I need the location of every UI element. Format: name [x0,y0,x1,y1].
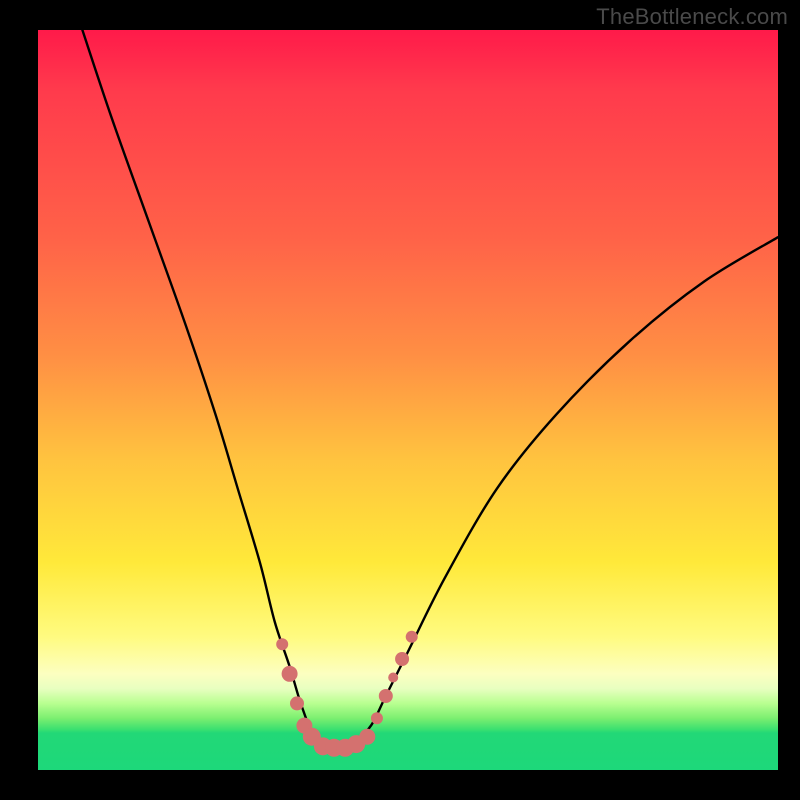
watermark-text: TheBottleneck.com [596,4,788,30]
highlight-dot [276,638,288,650]
highlight-dot [359,729,375,745]
highlight-dot [395,652,409,666]
highlight-dot [282,666,298,682]
highlight-dot [388,673,398,683]
bottleneck-curve [82,30,778,749]
plot-area [38,30,778,770]
highlight-dot [406,631,418,643]
chart-frame: TheBottleneck.com [0,0,800,800]
curve-svg [38,30,778,770]
highlight-dot [371,712,383,724]
highlight-dot [290,696,304,710]
highlight-dot [379,689,393,703]
